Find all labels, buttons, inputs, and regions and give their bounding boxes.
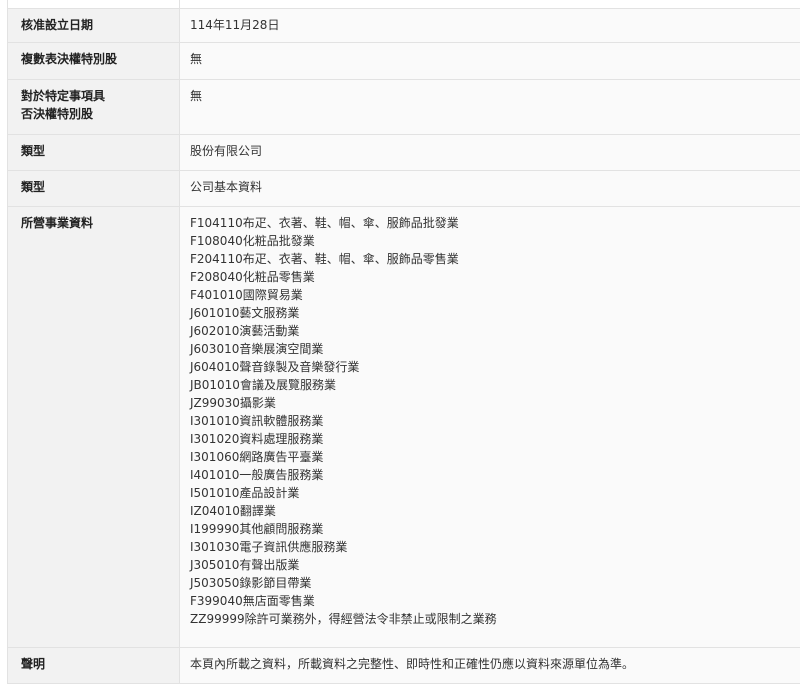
- type-label-1: 類型: [7, 134, 180, 171]
- row-approval-date: 核准設立日期 114年11月28日: [7, 8, 800, 43]
- business-items-list: F104110布疋、衣著、鞋、帽、傘、服飾品批發業 F108040化粧品批發業 F2…: [190, 214, 800, 628]
- type-value-2: 公司基本資料: [179, 170, 800, 207]
- business-item: F204110布疋、衣著、鞋、帽、傘、服飾品零售業: [190, 252, 459, 266]
- business-item: I301020資料處理服務業: [190, 432, 324, 446]
- column-divider: [179, 0, 180, 8]
- multi-vote-shares-label: 複數表決權特別股: [7, 42, 180, 80]
- business-item: F401010國際貿易業: [190, 288, 303, 302]
- business-item: I199990其他顧問服務業: [190, 522, 324, 536]
- veto-shares-label-line1: 對於特定事項具: [21, 89, 106, 103]
- approval-date-label: 核准設立日期: [7, 8, 180, 43]
- business-item: JZ99030攝影業: [190, 396, 276, 410]
- veto-shares-label: 對於特定事項具 否決權特別股: [7, 79, 180, 135]
- row-type-1: 類型 股份有限公司: [7, 134, 800, 171]
- business-item: I301060網路廣告平臺業: [190, 450, 324, 464]
- business-value: F104110布疋、衣著、鞋、帽、傘、服飾品批發業 F108040化粧品批發業 F2…: [179, 206, 800, 648]
- business-item: ZZ99999除許可業務外，得經營法令非禁止或限制之業務: [190, 612, 497, 626]
- veto-shares-value: 無: [179, 79, 800, 135]
- business-item: F108040化粧品批發業: [190, 234, 315, 248]
- veto-shares-label-line2: 否決權特別股: [21, 107, 94, 121]
- business-item: I301030電子資訊供應服務業: [190, 540, 348, 554]
- business-item: F104110布疋、衣著、鞋、帽、傘、服飾品批發業: [190, 216, 459, 230]
- previous-row-remnant: [7, 0, 800, 8]
- business-item: J603010音樂展演空間業: [190, 342, 324, 356]
- business-item: I301010資訊軟體服務業: [190, 414, 324, 428]
- business-item: J503050錄影節目帶業: [190, 576, 312, 590]
- business-item: F208040化粧品零售業: [190, 270, 315, 284]
- row-veto-shares: 對於特定事項具 否決權特別股 無: [7, 79, 800, 135]
- business-item: J601010藝文服務業: [190, 306, 300, 320]
- company-info-page: 核准設立日期 114年11月28日 複數表決權特別股 無 對於特定事項具 否決權…: [0, 0, 800, 695]
- business-item: J602010演藝活動業: [190, 324, 300, 338]
- multi-vote-shares-value: 無: [179, 42, 800, 80]
- disclaimer-value: 本頁內所載之資料，所載資料之完整性、即時性和正確性仍應以資料來源單位為準。: [179, 647, 800, 684]
- business-item: J305010有聲出版業: [190, 558, 300, 572]
- disclaimer-label: 聲明: [7, 647, 180, 684]
- business-item: I401010一般廣告服務業: [190, 468, 324, 482]
- business-item: J604010聲音錄製及音樂發行業: [190, 360, 360, 374]
- company-info-table: 核准設立日期 114年11月28日 複數表決權特別股 無 對於特定事項具 否決權…: [7, 8, 800, 684]
- business-item: I501010產品設計業: [190, 486, 300, 500]
- row-type-2: 類型 公司基本資料: [7, 170, 800, 207]
- business-item: JB01010會議及展覽服務業: [190, 378, 336, 392]
- type-label-2: 類型: [7, 170, 180, 207]
- business-item: F399040無店面零售業: [190, 594, 315, 608]
- type-value-1: 股份有限公司: [179, 134, 800, 171]
- row-disclaimer: 聲明 本頁內所載之資料，所載資料之完整性、即時性和正確性仍應以資料來源單位為準。: [7, 647, 800, 684]
- business-label: 所營事業資料: [7, 206, 180, 648]
- business-item: IZ04010翻譯業: [190, 504, 276, 518]
- row-multi-vote-shares: 複數表決權特別股 無: [7, 42, 800, 80]
- approval-date-value: 114年11月28日: [179, 8, 800, 43]
- row-business: 所營事業資料 F104110布疋、衣著、鞋、帽、傘、服飾品批發業 F108040化…: [7, 206, 800, 648]
